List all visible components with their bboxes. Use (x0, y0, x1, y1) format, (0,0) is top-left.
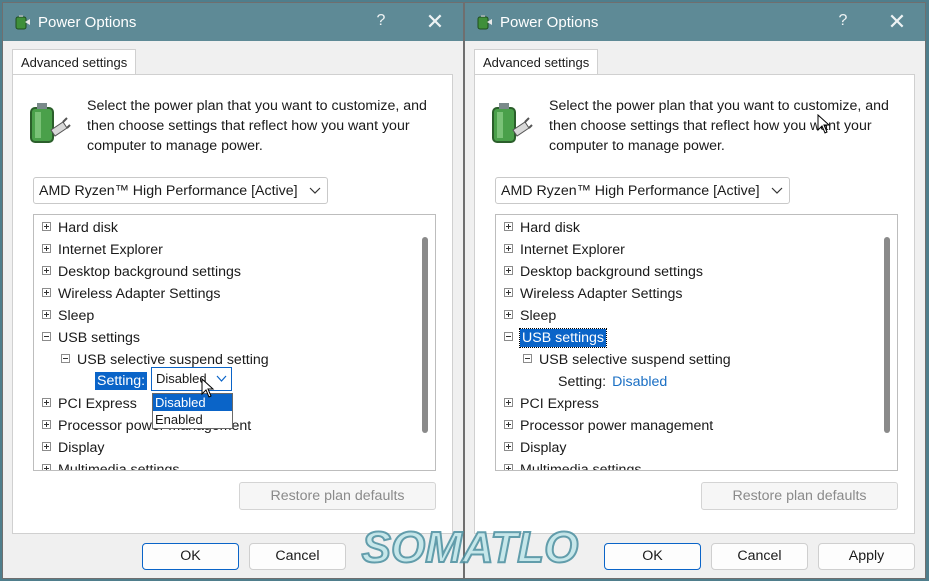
tab-advanced-settings[interactable]: Advanced settings (474, 49, 599, 75)
power-options-window-right: Power Options ? ✕ Advanced settings Sele… (464, 2, 926, 579)
settings-tree[interactable]: Hard disk Internet Explorer Desktop back… (495, 214, 898, 471)
intro-text: Select the power plan that you want to c… (549, 98, 889, 154)
window-title: Power Options (500, 14, 599, 31)
battery-plug-icon (492, 103, 533, 143)
power-plan-select[interactable]: AMD Ryzen™ High Performance [Active] (495, 177, 790, 204)
expand-icon[interactable] (504, 287, 513, 297)
close-button[interactable]: ✕ (421, 8, 449, 36)
mouse-pointer-icon (201, 378, 215, 398)
tree-item-pci-express[interactable]: PCI Express (42, 393, 137, 415)
title-bar[interactable]: Power Options ? ✕ (465, 3, 925, 41)
tree-scrollbar[interactable] (884, 237, 890, 433)
expand-icon[interactable] (504, 243, 513, 253)
battery-plug-icon (30, 103, 71, 143)
expand-icon[interactable] (504, 419, 513, 429)
expand-icon[interactable] (42, 221, 51, 231)
collapse-icon[interactable] (61, 353, 70, 363)
expand-icon[interactable] (42, 397, 51, 407)
tree-item-sleep[interactable]: Sleep (504, 305, 556, 327)
setting-value: Disabled (156, 371, 207, 386)
setting-options-list[interactable]: Disabled Enabled (152, 393, 233, 429)
tree-item-pci-express[interactable]: PCI Express (504, 393, 599, 415)
power-options-icon (477, 15, 492, 30)
tab-advanced-settings[interactable]: Advanced settings (12, 49, 137, 75)
watermark-text: SOMATLO (362, 523, 579, 572)
option-disabled[interactable]: Disabled (153, 394, 232, 411)
power-plan-value: AMD Ryzen™ High Performance [Active] (39, 183, 298, 199)
expand-icon[interactable] (42, 419, 51, 429)
power-options-icon (15, 15, 30, 30)
setting-row[interactable]: Setting: (95, 370, 148, 392)
ok-button[interactable]: OK (142, 543, 239, 570)
expand-icon[interactable] (504, 463, 513, 470)
collapse-icon[interactable] (42, 331, 51, 341)
tree-item-wireless-adapter[interactable]: Wireless Adapter Settings (504, 283, 682, 305)
expand-icon[interactable] (42, 243, 51, 253)
watermark-logo: SOMATLO (361, 522, 580, 573)
setting-value-select[interactable]: Disabled (151, 367, 232, 391)
collapse-icon[interactable] (523, 353, 532, 363)
tree-item-desktop-background[interactable]: Desktop background settings (504, 261, 703, 283)
restore-plan-defaults-button[interactable]: Restore plan defaults (239, 482, 436, 510)
restore-plan-defaults-button[interactable]: Restore plan defaults (701, 482, 898, 510)
tree-item-internet-explorer[interactable]: Internet Explorer (504, 239, 625, 261)
expand-icon[interactable] (42, 441, 51, 451)
option-enabled[interactable]: Enabled (153, 411, 232, 428)
expand-icon[interactable] (42, 463, 51, 470)
expand-icon[interactable] (504, 265, 513, 275)
chevron-down-icon (309, 187, 321, 194)
tree-item-internet-explorer[interactable]: Internet Explorer (42, 239, 163, 261)
tree-item-processor-power[interactable]: Processor power management (504, 415, 713, 437)
expand-icon[interactable] (504, 309, 513, 319)
setting-label: Setting: (95, 372, 148, 390)
setting-value-link[interactable]: Disabled (612, 374, 667, 390)
tree-item-display[interactable]: Display (42, 437, 105, 459)
tree-item-multimedia[interactable]: Multimedia settings (42, 459, 179, 470)
expand-icon[interactable] (42, 287, 51, 297)
chevron-down-icon (216, 375, 227, 382)
collapse-icon[interactable] (504, 331, 513, 341)
tree-item-wireless-adapter[interactable]: Wireless Adapter Settings (42, 283, 220, 305)
settings-tree[interactable]: Hard disk Internet Explorer Desktop back… (33, 214, 436, 471)
mouse-pointer-icon (817, 114, 831, 134)
tree-item-display[interactable]: Display (504, 437, 567, 459)
power-plan-select[interactable]: AMD Ryzen™ High Performance [Active] (33, 177, 328, 204)
tree-item-usb-settings[interactable]: USB settings (504, 327, 608, 349)
window-title: Power Options (38, 14, 137, 31)
tree-item-usb-selective-suspend[interactable]: USB selective suspend setting (523, 349, 731, 371)
tree-item-usb-settings[interactable]: USB settings (42, 327, 140, 349)
help-button[interactable]: ? (371, 12, 391, 32)
expand-icon[interactable] (504, 441, 513, 451)
expand-icon[interactable] (42, 265, 51, 275)
chevron-down-icon (771, 187, 783, 194)
intro-text: Select the power plan that you want to c… (87, 98, 427, 154)
tree-item-hard-disk[interactable]: Hard disk (42, 217, 118, 239)
cancel-button[interactable]: Cancel (711, 543, 808, 570)
close-button[interactable]: ✕ (883, 8, 911, 36)
setting-row[interactable]: Setting: Disabled (558, 371, 667, 393)
apply-button[interactable]: Apply (818, 543, 915, 570)
title-bar[interactable]: Power Options ? ✕ (3, 3, 463, 41)
expand-icon[interactable] (504, 221, 513, 231)
expand-icon[interactable] (504, 397, 513, 407)
tree-item-sleep[interactable]: Sleep (42, 305, 94, 327)
tree-item-multimedia[interactable]: Multimedia settings (504, 459, 641, 470)
tree-scrollbar[interactable] (422, 237, 428, 433)
power-options-window-left: Power Options ? ✕ Advanced settings Sele… (2, 2, 464, 579)
help-button[interactable]: ? (833, 12, 853, 32)
tree-item-hard-disk[interactable]: Hard disk (504, 217, 580, 239)
power-plan-value: AMD Ryzen™ High Performance [Active] (501, 183, 760, 199)
tree-item-desktop-background[interactable]: Desktop background settings (42, 261, 241, 283)
expand-icon[interactable] (42, 309, 51, 319)
setting-label: Setting: (558, 374, 607, 390)
